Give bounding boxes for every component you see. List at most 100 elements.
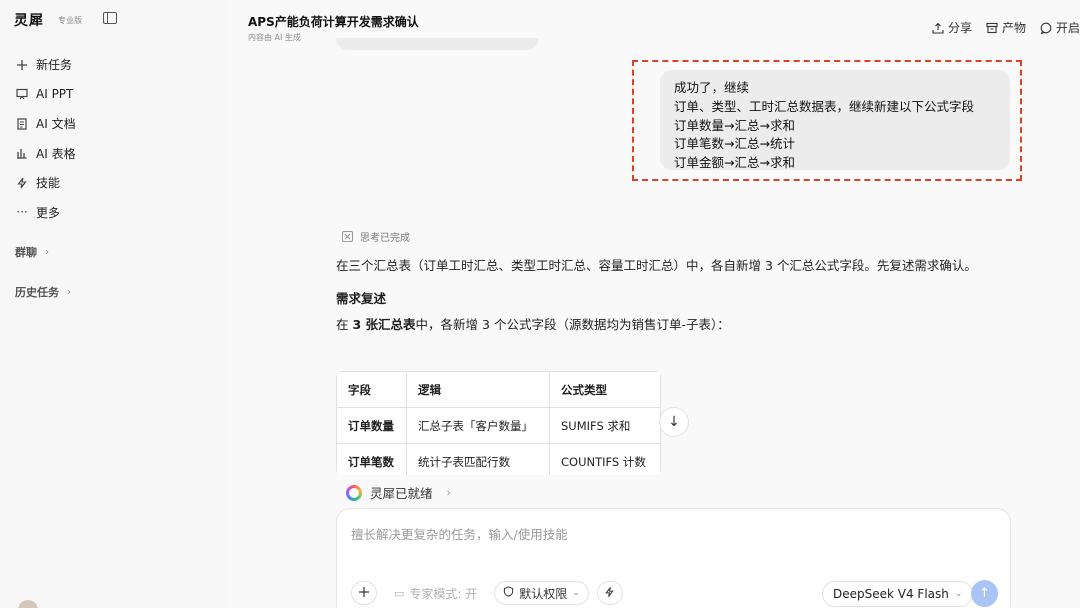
answer-line-bold: 3 张汇总表	[352, 317, 416, 332]
table-cell: COUNTIFS 计数	[549, 443, 661, 475]
table-header: 逻辑	[406, 371, 550, 408]
sidebar-item-new-task[interactable]: 新任务	[0, 50, 228, 80]
table-row: 订单数量 汇总子表「客户数量」 SUMIFS 求和	[336, 407, 661, 444]
answer-summary-line: 在 3 张汇总表中，各新增 3 个公式字段（源数据均为销售订单-子表）：	[336, 315, 1006, 335]
open-chat-button[interactable]: 开启	[1040, 19, 1080, 36]
lingxi-logo-icon	[346, 484, 362, 501]
table-cell: 订单笔数	[336, 443, 407, 475]
sidebar-item-more[interactable]: ··· 更多	[0, 198, 228, 228]
answer-intro: 在三个汇总表（订单工时汇总、类型工时汇总、容量工时汇总）中，各自新增 3 个汇总…	[336, 258, 977, 273]
chat-main: APS产能负荷计算开发需求确认 内容由 AI 生成 分享 产物 开启 成功了，继…	[228, 0, 1080, 608]
skills-button[interactable]	[596, 581, 623, 605]
sidebar-item-label: AI PPT	[36, 87, 74, 102]
send-button[interactable]: ↑	[971, 580, 998, 607]
table-cell: 订单数量	[336, 407, 407, 444]
section-label: 群聊	[15, 246, 37, 259]
thinking-status[interactable]: 思考已完成	[342, 229, 410, 244]
sidebar-item-label: AI 表格	[36, 146, 76, 161]
user-message-line: 订单金额→汇总→求和	[674, 155, 795, 171]
user-message-line: 订单、类型、工时汇总数据表，继续新建以下公式字段	[674, 98, 975, 114]
answer-line-prefix: 在	[336, 317, 353, 332]
sidebar-item-label: 新任务	[36, 58, 73, 73]
open-chat-label: 开启	[1055, 21, 1080, 35]
lightning-icon	[15, 176, 29, 190]
answer-line-suffix: 中，各新增 3 个公式字段（源数据均为销售订单-子表）：	[415, 317, 730, 332]
sidebar-section-group-chat[interactable]: 群聊 ›	[15, 244, 49, 260]
sidebar-item-label: 技能	[36, 176, 61, 191]
brand-name: 灵犀	[14, 13, 44, 29]
permission-label: 默认权限	[519, 586, 568, 601]
share-button[interactable]: 分享	[932, 19, 972, 36]
arrow-up-icon: ↑	[979, 586, 990, 601]
composer-toolbar: ▭ 专家模式: 开 默认权限 ⌄	[351, 581, 631, 605]
ai-generated-note: 内容由 AI 生成	[248, 33, 301, 42]
sidebar-item-label: AI 文档	[36, 117, 76, 132]
attach-button[interactable]	[351, 581, 377, 605]
chat-bubble-icon	[1040, 22, 1052, 34]
section-label: 历史任务	[15, 286, 59, 299]
expert-mode-label: 专家模式: 开	[409, 586, 478, 601]
user-message-line: 订单笔数→汇总→统计	[674, 136, 795, 152]
sidebar-item-ai-sheet[interactable]: AI 表格	[0, 139, 228, 169]
expert-mode-toggle[interactable]: ▭ 专家模式: 开	[385, 581, 487, 605]
avatar[interactable]	[18, 600, 38, 608]
model-selector[interactable]: DeepSeek V4 Flash ⌄	[822, 581, 974, 607]
share-label: 分享	[947, 21, 972, 35]
header-actions: 分享 产物 开启	[918, 19, 1080, 36]
requirement-table: 字段 逻辑 公式类型 订单数量 汇总子表「客户数量」 SUMIFS 求和 订单笔…	[336, 371, 661, 475]
artifacts-button[interactable]: 产物	[986, 19, 1026, 36]
lightning-icon	[604, 586, 615, 601]
user-message-line: 成功了，继续	[674, 80, 750, 95]
brand: 灵犀 专业版	[14, 10, 82, 30]
table-row: 订单笔数 统计子表匹配行数 COUNTIFS 计数	[336, 443, 661, 475]
model-label: DeepSeek V4 Flash	[833, 587, 949, 601]
chevron-down-icon: ⌄	[954, 589, 963, 599]
chevron-right-icon: ›	[45, 246, 49, 258]
table-header: 公式类型	[549, 371, 661, 408]
plus-icon	[15, 58, 29, 72]
artifacts-label: 产物	[1001, 21, 1026, 35]
sidebar-item-skills[interactable]: 技能	[0, 168, 228, 198]
archive-icon	[986, 22, 998, 34]
table-cell: 汇总子表「客户数量」	[406, 407, 550, 444]
page-title: APS产能负荷计算开发需求确认	[248, 15, 419, 29]
table-header: 字段	[336, 371, 407, 408]
sidebar-item-ai-doc[interactable]: AI 文档	[0, 109, 228, 139]
ready-label: 灵犀已就绪	[370, 486, 433, 501]
sidebar-item-ai-ppt[interactable]: AI PPT	[0, 80, 228, 110]
presentation-icon	[15, 87, 29, 101]
table-header-row: 字段 逻辑 公式类型	[336, 371, 661, 408]
sidebar-toggle-icon[interactable]	[103, 12, 117, 24]
chevron-right-icon: ›	[446, 486, 451, 499]
assistant-answer: 在三个汇总表（订单工时汇总、类型工时汇总、容量工时汇总）中，各自新增 3 个汇总…	[336, 256, 1006, 335]
user-message-line: 订单数量→汇总→求和	[674, 117, 795, 133]
chevron-right-icon: ›	[67, 286, 71, 298]
more-icon: ···	[16, 205, 28, 220]
thinking-label: 思考已完成	[360, 233, 410, 244]
user-profile[interactable]	[18, 600, 38, 608]
composer-input[interactable]: 擅长解决更复杂的任务，输入/使用技能	[351, 524, 568, 543]
monitor-icon: ▭	[394, 586, 405, 600]
table-cell: 统计子表匹配行数	[406, 443, 550, 475]
chart-icon	[15, 146, 29, 160]
sidebar-section-history[interactable]: 历史任务 ›	[15, 284, 71, 300]
thinking-icon	[342, 231, 353, 242]
document-icon	[15, 117, 29, 131]
answer-heading: 需求复述	[336, 291, 387, 306]
chevron-down-icon: ⌄	[572, 588, 580, 598]
plus-icon	[358, 586, 370, 601]
scroll-to-bottom-button[interactable]: ↓	[659, 407, 689, 437]
plan-badge: 专业版	[58, 15, 82, 25]
sidebar: 灵犀 专业版 新任务 AI PPT AI 文档 AI 表格 技能 ··· 更多 …	[0, 0, 228, 608]
user-message-bubble: 成功了，继续 订单、类型、工时汇总数据表，继续新建以下公式字段 订单数量→汇总→…	[660, 70, 1010, 170]
share-icon	[932, 22, 944, 34]
sidebar-item-label: 更多	[36, 205, 61, 220]
table: 字段 逻辑 公式类型 订单数量 汇总子表「客户数量」 SUMIFS 求和 订单笔…	[336, 371, 661, 475]
sidebar-nav: 新任务 AI PPT AI 文档 AI 表格 技能 ··· 更多	[0, 50, 228, 227]
arrow-down-icon: ↓	[668, 414, 680, 430]
agent-ready-status[interactable]: 灵犀已就绪 ›	[346, 483, 451, 502]
message-composer[interactable]: 擅长解决更复杂的任务，输入/使用技能 ▭ 专家模式: 开 默认权限 ⌄ Deep…	[336, 508, 1011, 608]
previous-message-bubble	[336, 38, 539, 50]
table-cell: SUMIFS 求和	[549, 407, 661, 444]
permission-dropdown[interactable]: 默认权限 ⌄	[494, 581, 589, 605]
